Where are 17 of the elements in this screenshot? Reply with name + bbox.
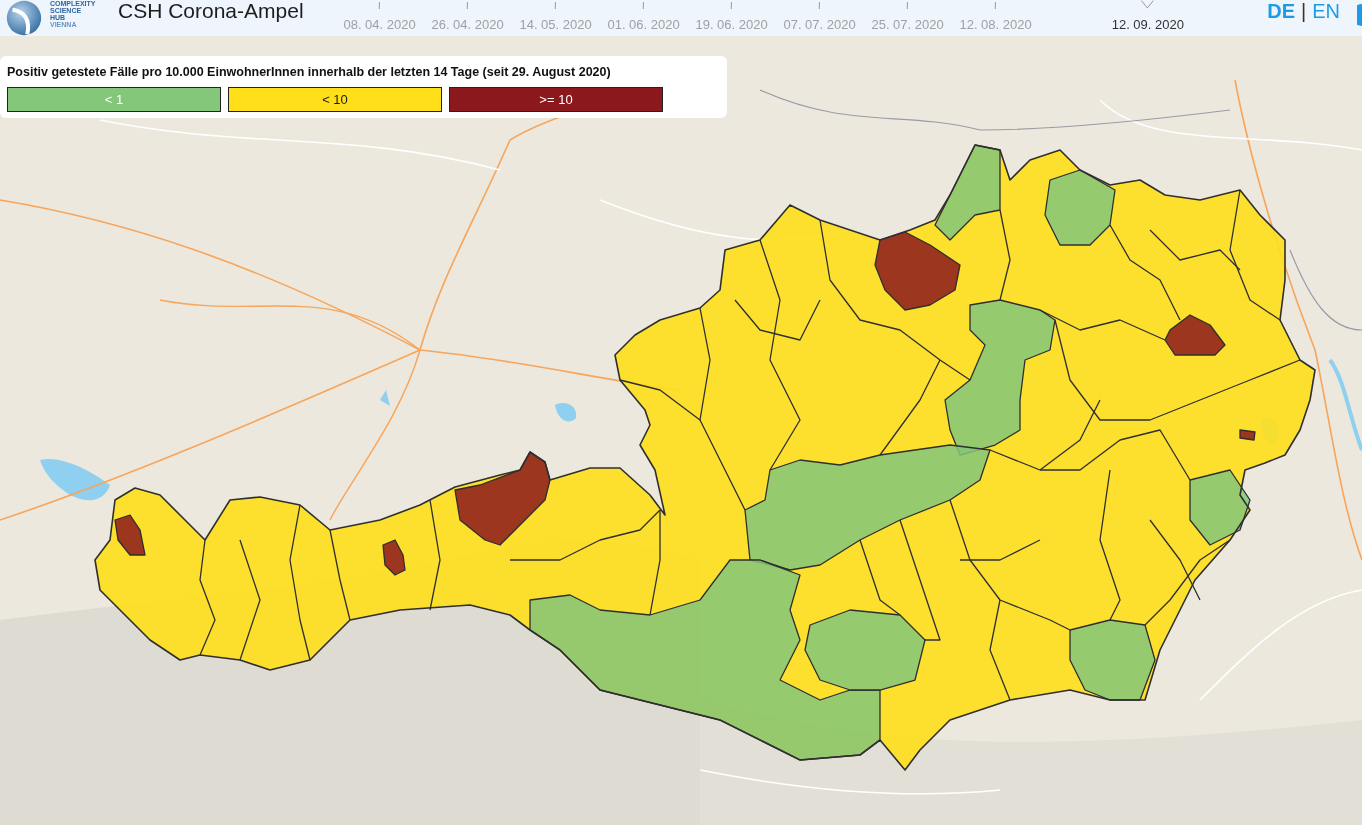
chevron-down-icon bbox=[1141, 0, 1155, 9]
date-label: 14. 05. 2020 bbox=[519, 17, 592, 32]
app-title: CSH Corona-Ampel bbox=[118, 0, 304, 23]
date-label: 12. 08. 2020 bbox=[959, 17, 1032, 32]
date-label: 01. 06. 2020 bbox=[607, 17, 680, 32]
date-label: 08. 04. 2020 bbox=[343, 17, 416, 32]
date-label: 26. 04. 2020 bbox=[431, 17, 504, 32]
date-label: 07. 07. 2020 bbox=[783, 17, 856, 32]
legend-item: >= 10 bbox=[449, 87, 663, 112]
legend-item: < 10 bbox=[228, 87, 442, 112]
slider-handle[interactable]: 12. 09. 2020 bbox=[1111, 0, 1184, 32]
language-separator: | bbox=[1301, 0, 1307, 23]
date-label: 25. 07. 2020 bbox=[871, 17, 944, 32]
timeline-slider[interactable]: 08. 04. 2020 26. 04. 2020 14. 05. 2020 01. 06. 2020 19. 06. 2020 07. 07. 2020 25. 07. 2020 12. 08. 2020 12. 09. 2020 bbox=[335, 0, 1191, 36]
legend-title: Positiv getestete Fälle pro 10.000 EinwohnerInnen innerhalb der letzten 14 Tage (seit 29. August 2020) bbox=[7, 65, 612, 80]
date-label: 19. 06. 2020 bbox=[695, 17, 768, 32]
legend-item: < 1 bbox=[7, 87, 221, 112]
